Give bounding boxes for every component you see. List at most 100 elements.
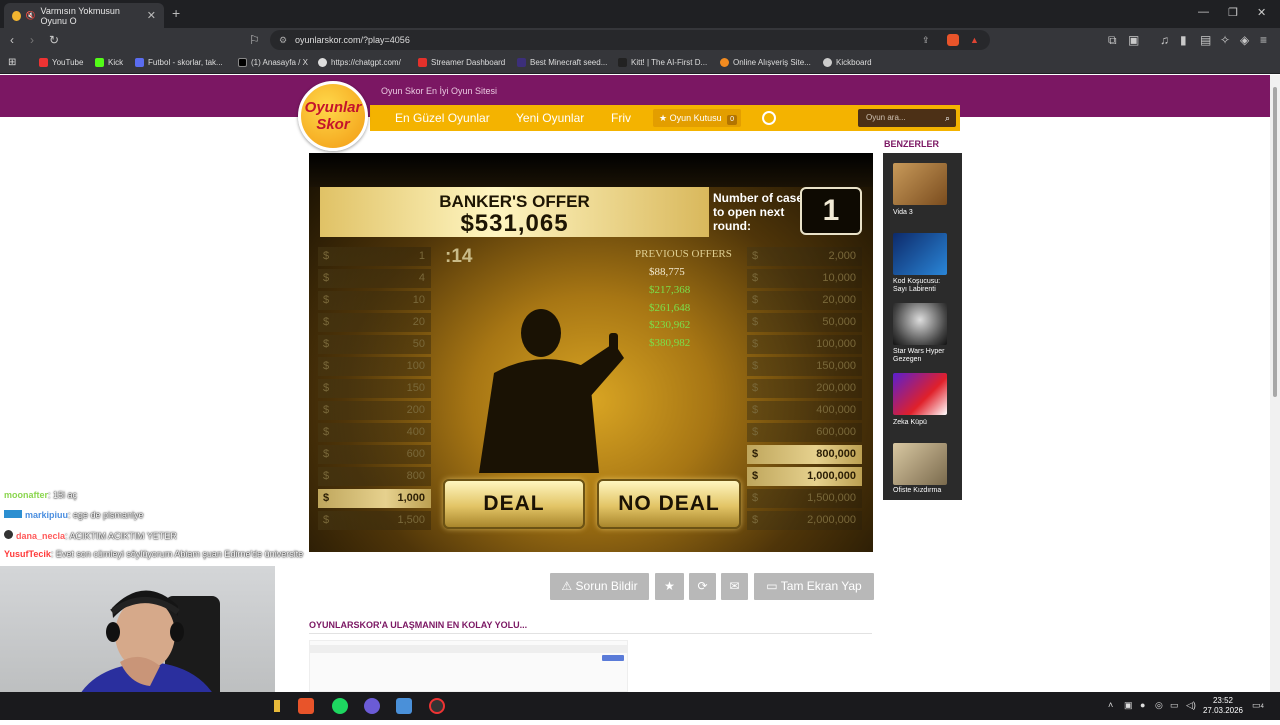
no-deal-button[interactable]: NO DEAL xyxy=(597,479,741,529)
dollar-sign: $ xyxy=(323,250,330,262)
dollar-sign: $ xyxy=(752,448,759,460)
x-icon xyxy=(238,58,247,67)
network-icon[interactable]: ▭ xyxy=(1170,700,1179,711)
right-money-row: $400,000 xyxy=(747,401,862,420)
extensions-icon[interactable]: ⧉ xyxy=(1108,32,1117,48)
game-box-button[interactable]: ★ Oyun Kutusu 0 xyxy=(653,109,741,127)
notifications-icon[interactable]: ▭4 xyxy=(1252,700,1264,711)
bookmarks-bar: ⊞ YouTube Kick Futbol - skorlar, tak... … xyxy=(0,52,1280,74)
dollar-sign: $ xyxy=(323,360,330,372)
tray-app-icon[interactable]: ▣ xyxy=(1124,700,1133,711)
vpn-icon[interactable]: ◈ xyxy=(1240,32,1249,48)
bookmark-icon[interactable]: ⚐ xyxy=(249,32,260,48)
dollar-sign: $ xyxy=(752,492,759,504)
star-icon: ★ xyxy=(659,113,668,123)
mute-icon[interactable]: 🔇 xyxy=(26,11,36,20)
right-money-row: $800,000 xyxy=(747,445,862,464)
reload-icon[interactable]: ↻ xyxy=(49,32,59,48)
forward-icon[interactable]: › xyxy=(30,32,34,48)
fullscreen-button[interactable]: ▭ Tam Ekran Yap xyxy=(754,573,874,600)
bookmark-x[interactable]: (1) Anasayfa / X xyxy=(238,56,308,69)
game-thumbnail xyxy=(893,443,947,485)
leo-ai-icon[interactable]: ✧ xyxy=(1220,32,1230,48)
bookmark-kitt[interactable]: Kitt! | The AI-First D... xyxy=(618,56,707,69)
bookmark-kickboard[interactable]: Kickboard xyxy=(823,56,872,69)
apps-icon[interactable]: ⊞ xyxy=(8,56,16,69)
address-bar[interactable]: ⚙ oyunlarskor.com/?play=4056 ⇪ ▲ xyxy=(270,30,990,50)
browser-tab[interactable]: 🔇 Varmısın Yokmusun Oyunu O ✕ xyxy=(4,3,164,28)
nav-best-games[interactable]: En Güzel Oyunlar xyxy=(395,111,490,125)
tab-search-icon[interactable]: ▤ xyxy=(1200,32,1211,48)
restart-button[interactable]: ⟳ xyxy=(689,573,716,600)
favorite-button[interactable]: ★ xyxy=(655,573,684,600)
chat-message: moonafter: 15i aç xyxy=(4,490,78,500)
bookmark-online-shopping[interactable]: Online Alışveriş Site... xyxy=(720,56,811,69)
minimize-button[interactable]: — xyxy=(1198,6,1209,18)
share-icon[interactable]: ⇪ xyxy=(922,30,930,50)
rewards-icon[interactable]: ▲ xyxy=(970,30,979,50)
star-icon: ★ xyxy=(664,579,675,593)
youtube-icon xyxy=(39,58,48,67)
bookmark-kick[interactable]: Kick xyxy=(95,56,123,69)
obs-icon[interactable] xyxy=(429,698,445,714)
dollar-sign: $ xyxy=(323,316,330,328)
bookmark-minecraft[interactable]: Best Minecraft seed... xyxy=(517,56,607,69)
search-icon[interactable]: ⌕ xyxy=(945,109,950,127)
volume-icon[interactable]: ◁) xyxy=(1186,700,1196,711)
money-value: 200 xyxy=(406,404,425,416)
nav-friv[interactable]: Friv xyxy=(611,111,631,125)
discord-icon[interactable] xyxy=(364,698,380,714)
nav-new-games[interactable]: Yeni Oyunlar xyxy=(516,111,584,125)
brave-shields-icon[interactable] xyxy=(947,34,959,46)
spin-wheel-icon[interactable] xyxy=(762,111,776,125)
game-thumbnail xyxy=(893,233,947,275)
bookmark-futbol[interactable]: Futbol - skorlar, tak... xyxy=(135,56,223,69)
tray-expand-icon[interactable]: ˄ xyxy=(1108,700,1113,710)
bookmark-streamer-dashboard[interactable]: Streamer Dashboard xyxy=(418,56,505,69)
money-value: 600,000 xyxy=(816,426,856,438)
tray-app-icon[interactable]: ◎ xyxy=(1155,700,1163,711)
spotify-icon[interactable] xyxy=(332,698,348,714)
game-frame[interactable]: BANKER'S OFFER $531,065 Number of cases … xyxy=(309,153,873,552)
previous-offer-5: $380,982 xyxy=(649,337,691,349)
site-info-icon[interactable]: ⚙ xyxy=(279,30,287,50)
instruction-screenshot xyxy=(309,640,628,692)
report-issue-button[interactable]: ⚠ Sorun Bildir xyxy=(550,573,649,600)
search-input[interactable]: Oyun ara... ⌕ xyxy=(858,109,956,127)
app-icon[interactable] xyxy=(396,698,412,714)
dollar-sign: $ xyxy=(323,272,330,284)
previous-offer-3: $261,648 xyxy=(649,302,691,314)
explorer-icon[interactable] xyxy=(274,700,280,712)
maximize-button[interactable]: ❐ xyxy=(1228,6,1238,19)
new-tab-button[interactable]: + xyxy=(172,5,180,21)
money-value: 1,500,000 xyxy=(807,492,856,504)
left-money-row: $10 xyxy=(318,291,431,310)
tab-close-icon[interactable]: ✕ xyxy=(147,9,156,22)
site-logo[interactable]: Oyunlar Skor xyxy=(298,81,368,151)
page-scrollbar[interactable] xyxy=(1270,75,1280,692)
bookmark-chatgpt[interactable]: https://chatgpt.com/ xyxy=(318,56,401,69)
microphone-icon[interactable]: ● xyxy=(1140,700,1145,710)
fullscreen-icon: ▭ xyxy=(766,579,778,593)
dollar-sign: $ xyxy=(752,514,759,526)
comments-button[interactable]: ✉ xyxy=(721,573,748,600)
badge-icon xyxy=(4,530,13,539)
bookmark-youtube[interactable]: YouTube xyxy=(39,56,83,69)
back-icon[interactable]: ‹ xyxy=(10,32,14,48)
menu-icon[interactable]: ≡ xyxy=(1260,32,1267,48)
banker-offer-panel: BANKER'S OFFER $531,065 xyxy=(320,187,709,237)
money-value: 10,000 xyxy=(822,272,856,284)
close-window-button[interactable]: ✕ xyxy=(1257,6,1266,19)
brave-icon[interactable] xyxy=(298,698,314,714)
sidebar-icon[interactable]: ▮ xyxy=(1180,32,1187,48)
money-value: 100 xyxy=(406,360,425,372)
system-clock[interactable]: 23:52 27.03.2026 xyxy=(1200,696,1246,716)
url-text: oyunlarskor.com/?play=4056 xyxy=(295,35,410,45)
wallet-icon[interactable]: ▣ xyxy=(1128,32,1139,48)
dollar-sign: $ xyxy=(323,492,330,504)
media-icon[interactable]: ♫ xyxy=(1160,32,1169,48)
similar-games-list: Vida 3 Kod Koşucusu: Sayı Labirenti Star… xyxy=(883,153,962,500)
money-value: 50 xyxy=(412,338,425,350)
scrollbar-thumb[interactable] xyxy=(1273,87,1277,397)
deal-button[interactable]: DEAL xyxy=(443,479,585,529)
